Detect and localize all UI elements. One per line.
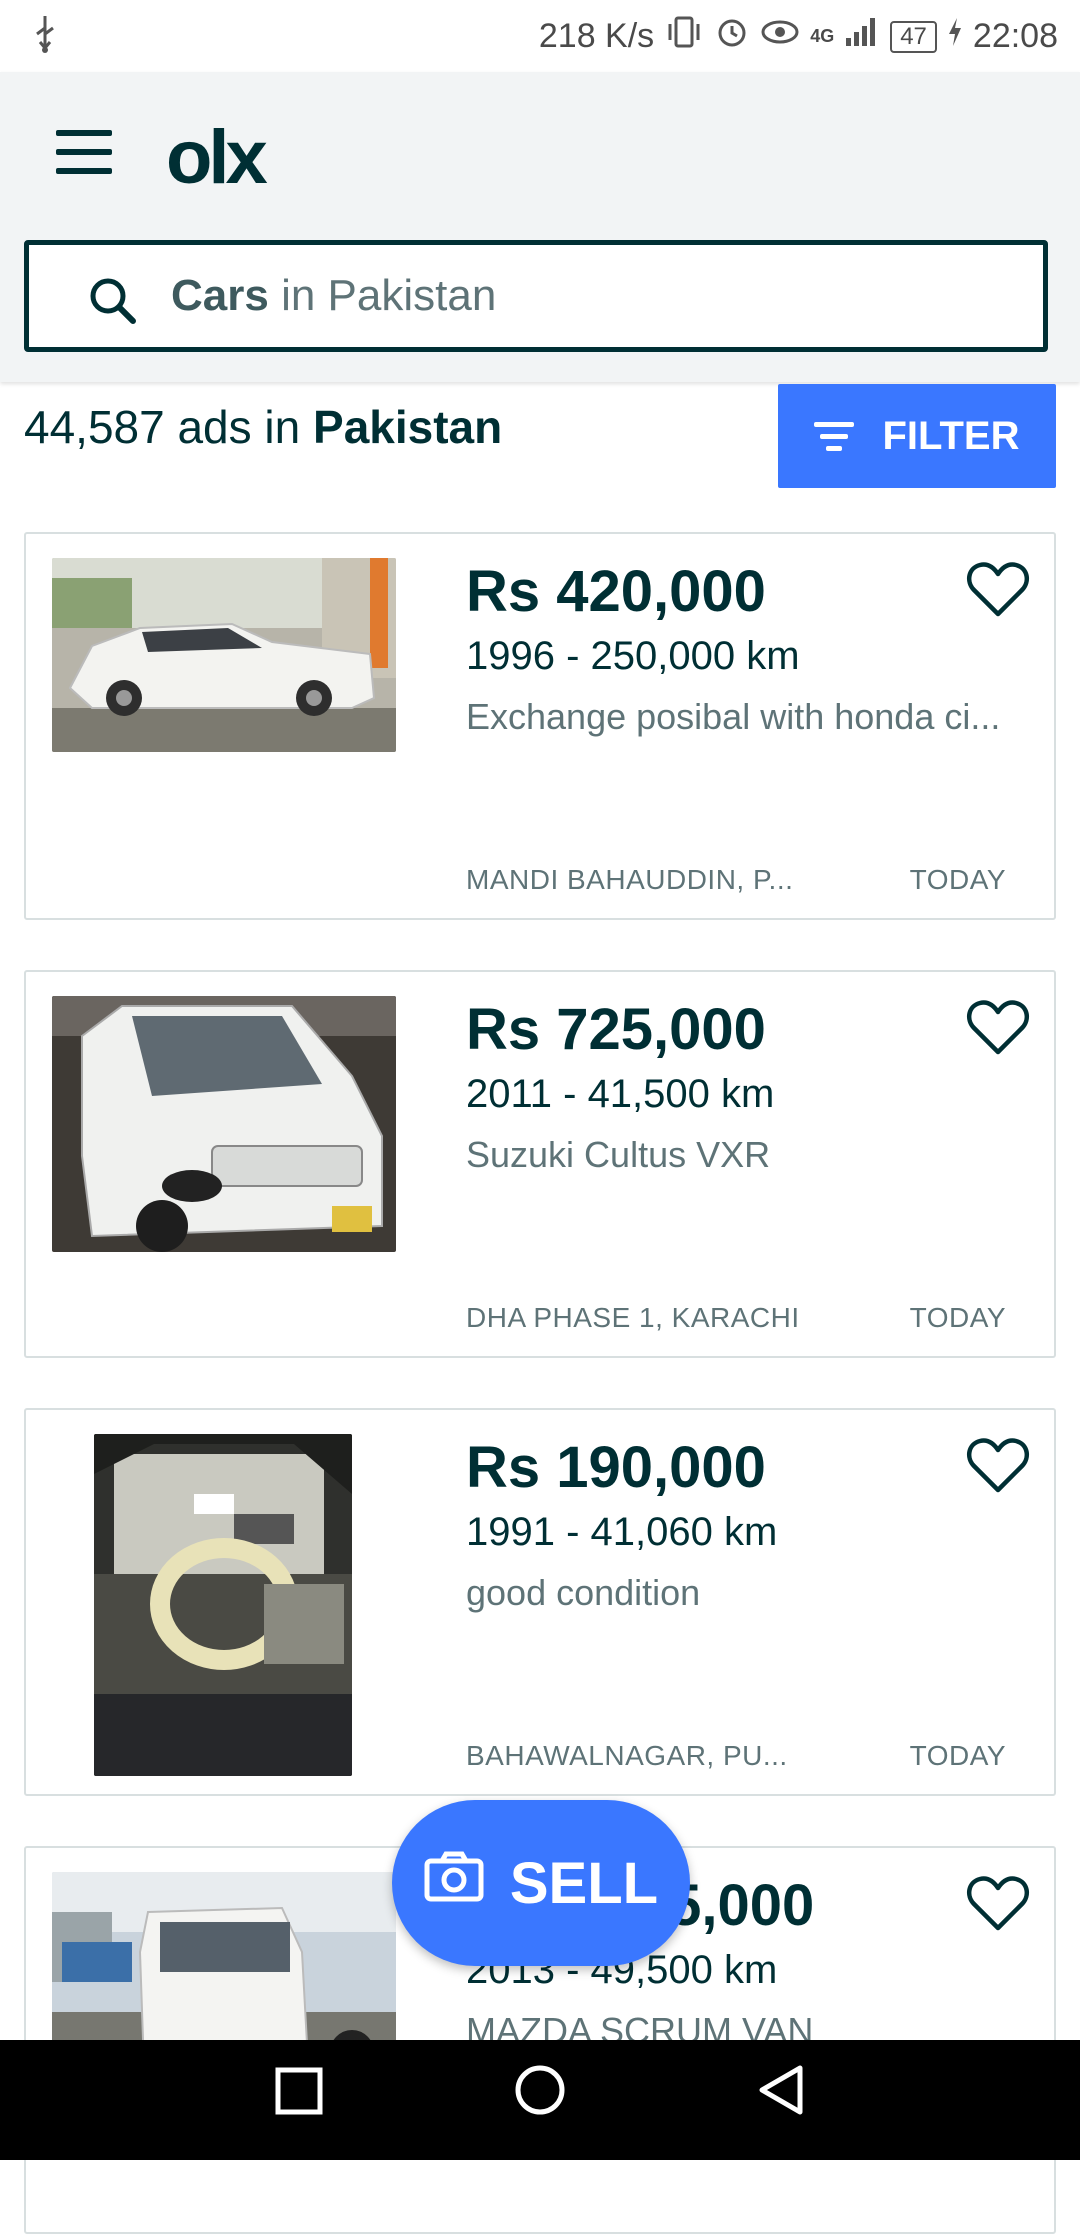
listing-date: TODAY (909, 864, 1006, 895)
vibrate-icon (664, 14, 704, 59)
search-input[interactable]: Cars in Pakistan (24, 240, 1048, 352)
listing-year-mileage: 1991 - 41,060 km (466, 1510, 778, 1554)
listing-price: Rs 190,000 (466, 1435, 766, 1500)
sell-label: SELL (509, 1850, 659, 1916)
listing-card[interactable]: Rs 725,000 2011 - 41,500 km Suzuki Cultu… (24, 970, 1056, 1358)
listing-description: Suzuki Cultus VXR (466, 1134, 771, 1175)
usb-icon (30, 14, 60, 63)
olx-logo[interactable]: olx (166, 114, 268, 201)
status-bar: 218 K/s 4G 47 22:08 (0, 0, 1080, 72)
alarm-icon (714, 14, 750, 59)
app-header: olx Cars in Pakistan (0, 72, 1080, 382)
filter-icon (814, 415, 855, 458)
camera-icon (424, 1850, 484, 1917)
search-icon (85, 273, 141, 334)
charging-icon (947, 16, 963, 57)
battery-level: 47 (890, 20, 937, 53)
listing-location: MANDI BAHAUDDIN, P... (466, 864, 794, 895)
listing-description: good condition (466, 1572, 701, 1613)
listing-image (94, 1434, 352, 1776)
listing-year-mileage: 2011 - 41,500 km (466, 1072, 775, 1116)
results-count-text: 44,587 ads in (24, 401, 314, 453)
filter-button[interactable]: FILTER (778, 384, 1056, 488)
favorite-heart-icon[interactable] (966, 998, 1030, 1058)
search-query: Cars in Pakistan (171, 271, 496, 321)
favorite-heart-icon[interactable] (966, 1436, 1030, 1496)
listing-date: TODAY (909, 1740, 1006, 1771)
listing-card[interactable]: Rs 420,000 1996 - 250,000 km Exchange po… (24, 532, 1056, 920)
eye-icon (760, 14, 800, 59)
favorite-heart-icon[interactable] (966, 560, 1030, 620)
recent-apps-icon[interactable] (272, 2060, 328, 2120)
listing-date: TODAY (909, 1302, 1006, 1333)
listing-description: Exchange posibal with honda ci... (466, 696, 1001, 737)
favorite-heart-icon[interactable] (966, 1874, 1030, 1934)
back-icon[interactable] (752, 2060, 812, 2120)
clock: 22:08 (972, 17, 1058, 55)
listing-image (52, 558, 396, 752)
network-type: 4G (810, 26, 835, 46)
results-location: Pakistan (313, 401, 503, 453)
system-navigation-bar (0, 2040, 1080, 2160)
hamburger-menu-icon[interactable] (56, 130, 112, 174)
listing-card[interactable]: Rs 190,000 1991 - 41,060 km good conditi… (24, 1408, 1056, 1796)
net-speed: 218 K/s (538, 17, 655, 55)
listing-location: DHA PHASE 1, KARACHI (466, 1302, 800, 1333)
signal-icon (844, 16, 880, 57)
listing-year-mileage: 1996 - 250,000 km (466, 634, 800, 678)
listing-location: BAHAWALNAGAR, PU... (466, 1740, 788, 1771)
listing-price: Rs 725,000 (466, 997, 766, 1062)
results-count: 44,587 ads in Pakistan (24, 400, 502, 454)
listing-image (52, 996, 396, 1252)
search-location-text: in Pakistan (268, 271, 497, 320)
search-category: Cars (171, 271, 269, 320)
listing-price: Rs 420,000 (466, 559, 766, 624)
home-icon[interactable] (508, 2060, 572, 2120)
filter-label: FILTER (882, 413, 1020, 458)
sell-button[interactable]: SELL (392, 1800, 690, 1966)
